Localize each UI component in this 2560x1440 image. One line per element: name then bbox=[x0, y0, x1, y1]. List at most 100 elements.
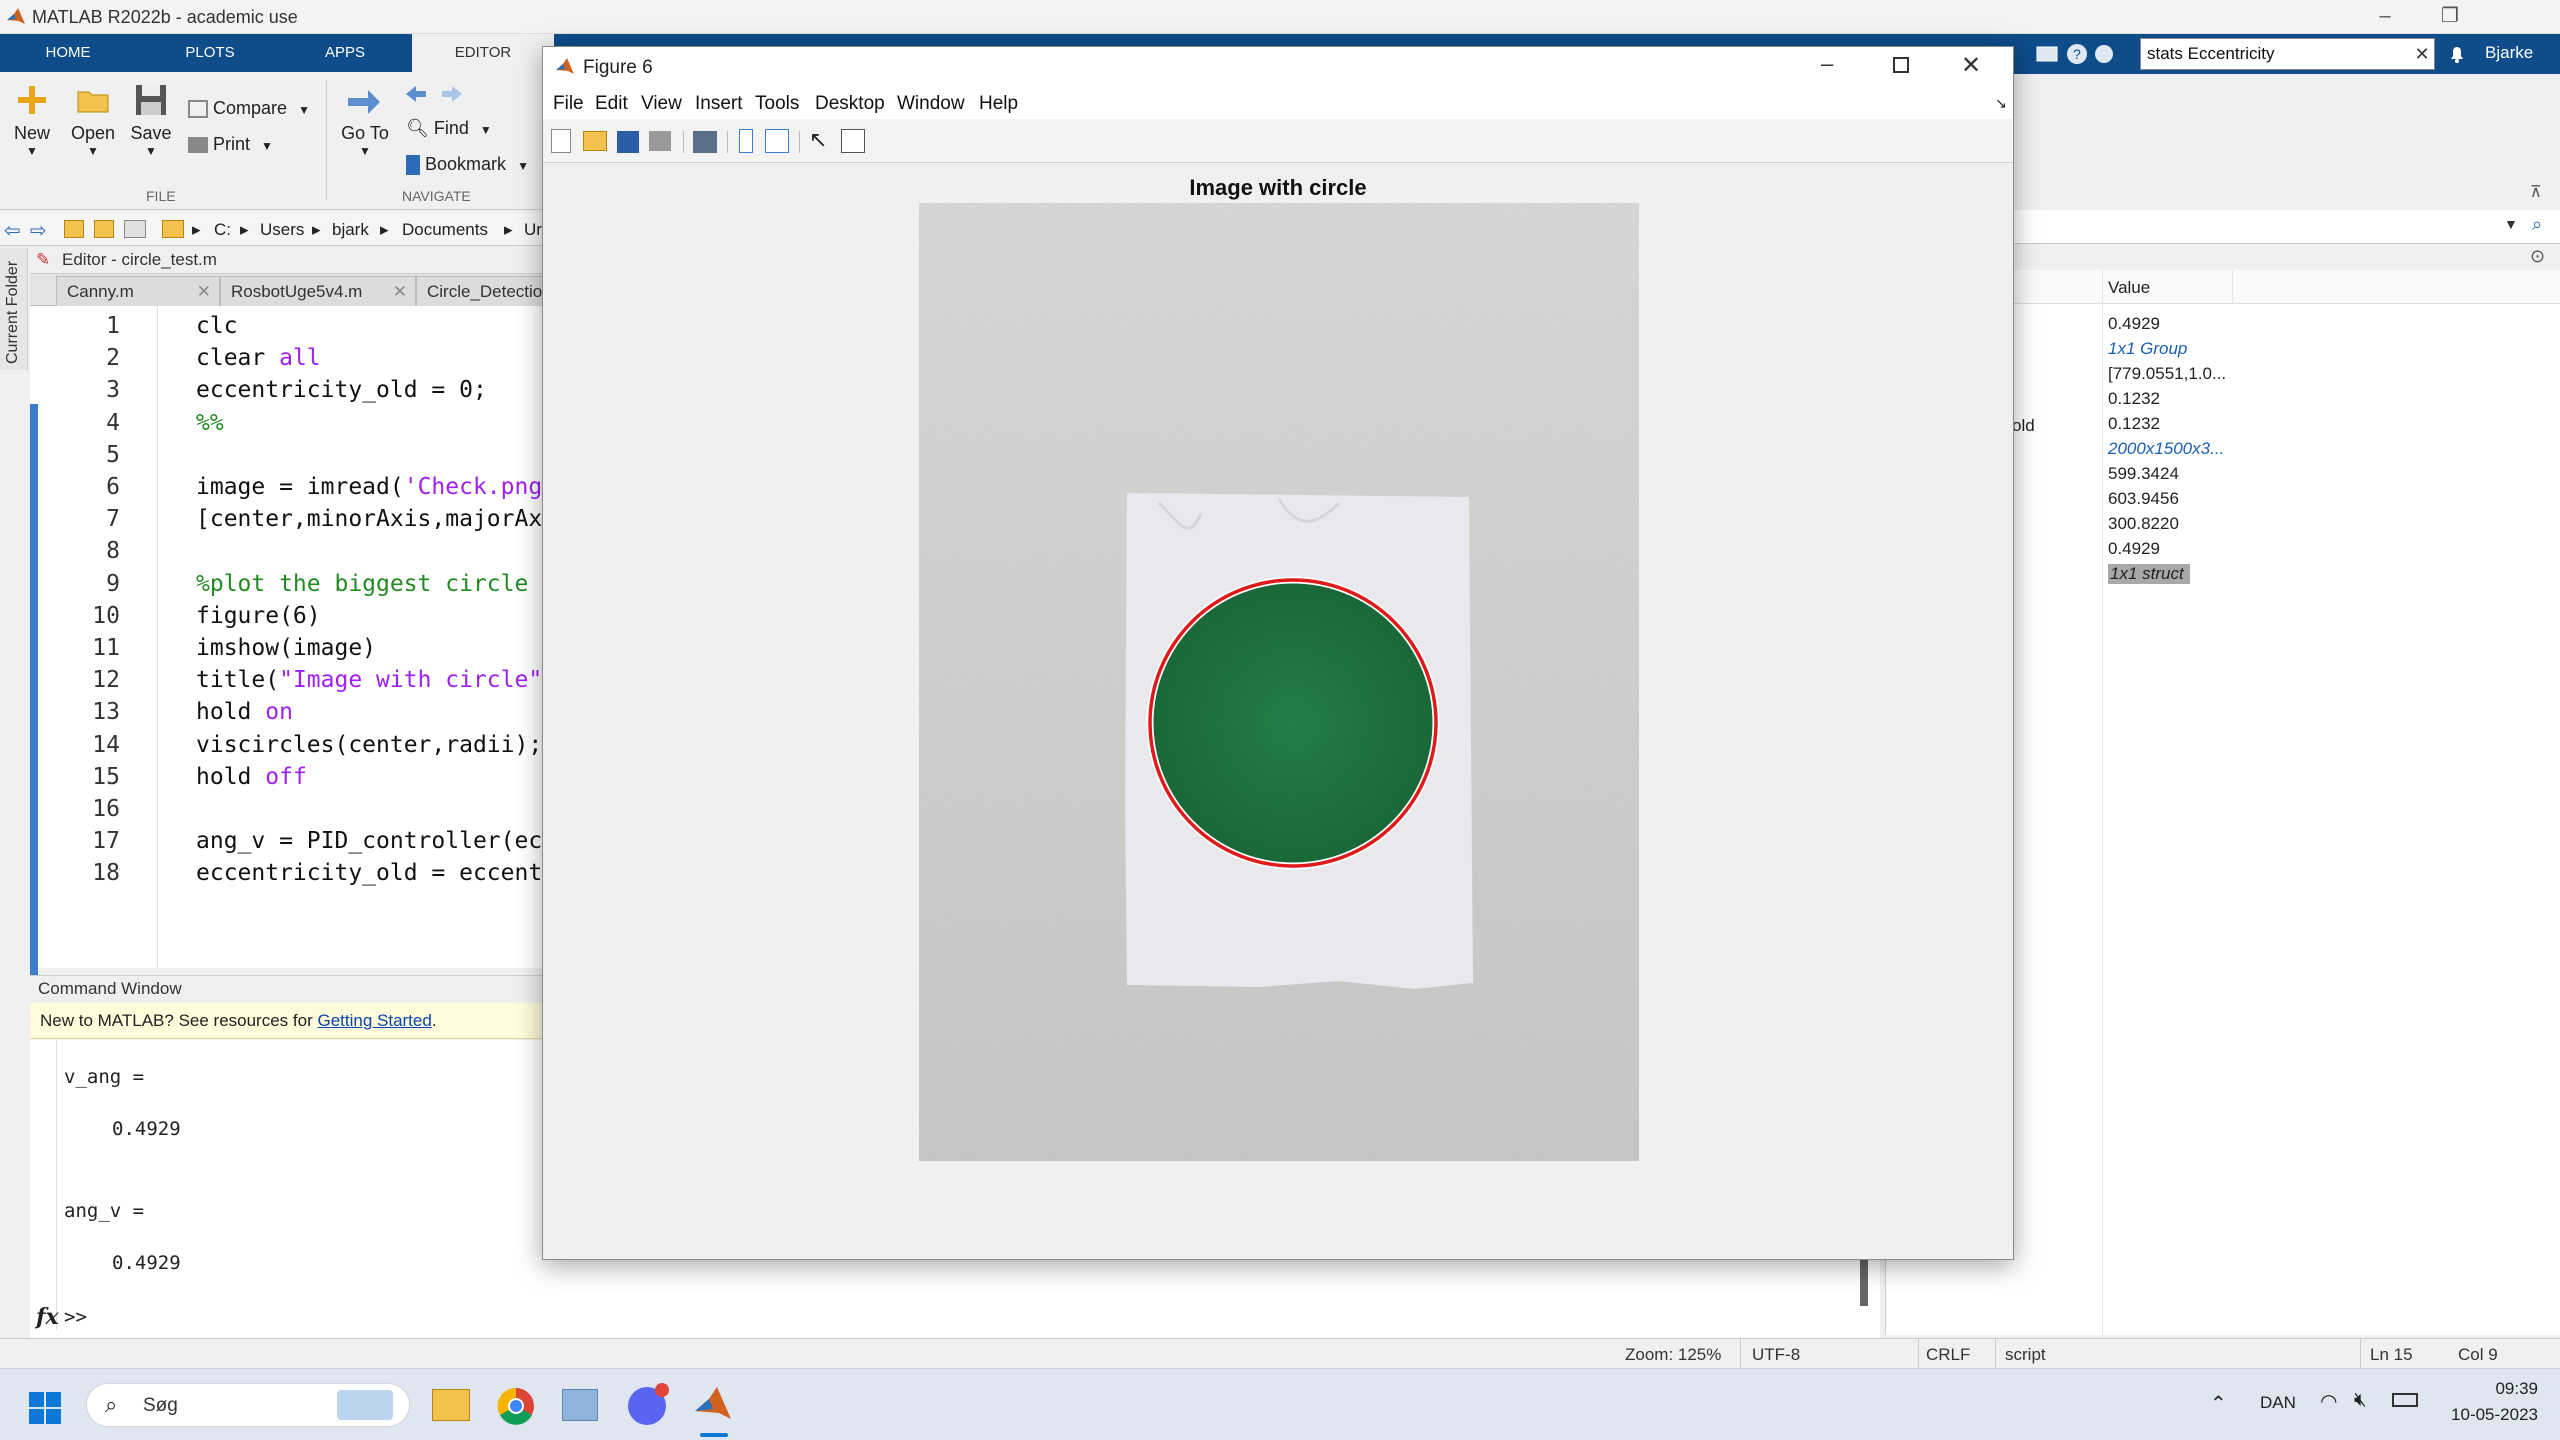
code-line[interactable]: 12 title("Image with circle" bbox=[30, 664, 560, 696]
code-editor[interactable]: 1 clc 2 clear all 3 eccentricity_old = 0; 4%% 5… bbox=[30, 306, 560, 990]
workspace-value[interactable]: 603.9456 bbox=[2108, 489, 2179, 509]
code-line[interactable]: 5 bbox=[30, 439, 560, 471]
menu-desktop[interactable]: Desktop bbox=[815, 93, 885, 115]
workspace-value[interactable]: 1x1 Group bbox=[2108, 339, 2187, 359]
find-files-icon[interactable] bbox=[124, 220, 146, 238]
workspace-value[interactable]: 300.8220 bbox=[2108, 514, 2179, 534]
goto-button[interactable]: Go To ▼ bbox=[336, 86, 394, 158]
workspace-value[interactable]: 0.1232 bbox=[2108, 414, 2160, 434]
figure-minimize-button[interactable]: – bbox=[1821, 51, 1833, 77]
windows-start-icon[interactable] bbox=[28, 1391, 62, 1425]
code-line[interactable]: 9 %plot the biggest circle d bbox=[30, 568, 560, 600]
workspace-value[interactable]: 0.4929 bbox=[2108, 314, 2160, 334]
file-explorer-icon[interactable] bbox=[432, 1389, 470, 1421]
menu-window[interactable]: Window bbox=[897, 93, 965, 115]
workspace-filter-bar[interactable]: ▼ ⌕ bbox=[2010, 210, 2560, 244]
workspace-value[interactable]: 0.1232 bbox=[2108, 389, 2160, 409]
command-prompt[interactable]: >> bbox=[64, 1306, 87, 1328]
open-button[interactable]: Open ▼ bbox=[68, 82, 118, 158]
menu-edit[interactable]: Edit bbox=[595, 93, 628, 115]
workspace-value[interactable]: 2000x1500x3... bbox=[2108, 439, 2224, 459]
chevron-up-icon[interactable]: ⌃ bbox=[2210, 1391, 2227, 1416]
new-figure-icon[interactable] bbox=[551, 129, 571, 153]
back-arrow-icon[interactable]: ⇦ bbox=[4, 218, 21, 243]
speaker-muted-icon[interactable]: 🔇︎ bbox=[2354, 1389, 2367, 1412]
getting-started-link[interactable]: Getting Started bbox=[317, 1011, 431, 1030]
chevron-down-icon[interactable]: ▼ bbox=[2504, 216, 2518, 232]
wifi-icon[interactable]: ◠ bbox=[2320, 1389, 2337, 1414]
bell-icon[interactable] bbox=[2445, 42, 2469, 66]
tab-apps[interactable]: APPS bbox=[295, 34, 395, 72]
code-line[interactable]: 6 image = imread('Check.png bbox=[30, 471, 560, 503]
menu-insert[interactable]: Insert bbox=[695, 93, 743, 115]
clock-date[interactable]: 10-05-2023 bbox=[2440, 1405, 2538, 1425]
battery-icon[interactable] bbox=[2392, 1393, 2418, 1407]
community-icon[interactable] bbox=[2092, 42, 2116, 66]
layout-icon[interactable] bbox=[2035, 42, 2059, 66]
expand-panel-icon[interactable]: ⊼ bbox=[2530, 182, 2542, 202]
up-folder-icon[interactable] bbox=[64, 220, 84, 238]
code-line[interactable]: 17 ang_v = PID_controller(ec( bbox=[30, 825, 560, 857]
taskbar-search[interactable]: ⌕ Søg bbox=[86, 1383, 410, 1427]
code-line[interactable]: 2 clear all bbox=[30, 342, 560, 374]
back-icon[interactable] bbox=[404, 84, 428, 109]
bookmark-button[interactable]: Bookmark ▼ bbox=[406, 154, 529, 176]
user-name[interactable]: Bjarke bbox=[2485, 43, 2533, 63]
menu-file[interactable]: File bbox=[553, 93, 584, 115]
variable-name-partial[interactable]: old bbox=[2012, 416, 2035, 436]
tab-home[interactable]: HOME bbox=[18, 34, 118, 72]
figure-maximize-button[interactable] bbox=[1893, 57, 1909, 73]
minimize-button[interactable]: – bbox=[2355, 0, 2415, 34]
workspace-value[interactable]: 599.3424 bbox=[2108, 464, 2179, 484]
print-figure-icon[interactable] bbox=[649, 131, 671, 151]
workspace-value[interactable]: 1x1 struct bbox=[2108, 564, 2190, 584]
workspace-actions-icon[interactable]: ⊙ bbox=[2530, 246, 2545, 267]
help-icon[interactable]: ? bbox=[2065, 42, 2089, 66]
chrome-icon[interactable] bbox=[497, 1387, 535, 1425]
close-icon[interactable]: ✕ bbox=[393, 282, 407, 302]
forward-icon[interactable] bbox=[440, 84, 464, 109]
restore-button[interactable]: ❐ bbox=[2420, 0, 2480, 34]
colorbar-icon[interactable] bbox=[739, 129, 753, 153]
search-icon[interactable]: ⌕ bbox=[2532, 214, 2542, 235]
menu-tools[interactable]: Tools bbox=[755, 93, 799, 115]
editor-tab-rosbot[interactable]: RosbotUge5v4.m ✕ bbox=[220, 276, 416, 306]
workspace-value[interactable]: 0.4929 bbox=[2108, 539, 2160, 559]
compare-button[interactable]: Compare ▼ bbox=[188, 98, 310, 119]
breadcrumb-documents[interactable]: Documents bbox=[402, 220, 488, 240]
edit-plot-cursor-icon[interactable]: ↖ bbox=[809, 127, 827, 153]
save-figure-icon[interactable] bbox=[617, 131, 639, 153]
code-line[interactable]: 14 viscircles(center,radii); bbox=[30, 729, 560, 761]
code-line[interactable]: 18 eccentricity_old = eccent: bbox=[30, 857, 560, 889]
forward-arrow-icon[interactable]: ⇨ bbox=[30, 218, 47, 243]
keyboard-language[interactable]: DAN bbox=[2260, 1393, 2296, 1413]
code-line[interactable]: 15 hold off bbox=[30, 761, 560, 793]
scrollbar-thumb[interactable] bbox=[1860, 1260, 1868, 1306]
photos-icon[interactable] bbox=[562, 1389, 598, 1421]
value-column-header[interactable]: Value bbox=[2108, 278, 2150, 298]
editor-tab-canny[interactable]: Canny.m ✕ bbox=[56, 276, 220, 306]
documentation-search-input[interactable]: stats Eccentricity bbox=[2140, 38, 2435, 70]
function-browser-icon[interactable]: fx bbox=[36, 1304, 59, 1330]
code-line[interactable]: 4%% bbox=[30, 407, 560, 439]
figure-close-button[interactable]: ✕ bbox=[1961, 51, 1981, 80]
new-button[interactable]: New ▼ bbox=[10, 82, 54, 158]
breadcrumb-truncated[interactable]: Ur bbox=[524, 220, 542, 240]
link-plot-icon[interactable] bbox=[693, 131, 717, 153]
save-button[interactable]: Save ▼ bbox=[128, 82, 174, 158]
code-line[interactable]: 16 bbox=[30, 793, 560, 825]
code-line[interactable]: 3 eccentricity_old = 0; bbox=[30, 374, 560, 406]
code-line[interactable]: 7 [center,minorAxis,majorAx: bbox=[30, 503, 560, 535]
print-button[interactable]: Print ▼ bbox=[188, 134, 273, 155]
code-line[interactable]: 8 bbox=[30, 535, 560, 567]
open-file-icon[interactable] bbox=[583, 131, 607, 151]
breadcrumb-drive[interactable]: C: bbox=[214, 220, 231, 240]
menu-view[interactable]: View bbox=[641, 93, 682, 115]
clear-search-icon[interactable]: ✕ bbox=[2410, 38, 2434, 70]
property-inspector-icon[interactable] bbox=[841, 129, 865, 153]
code-line[interactable]: 13 hold on bbox=[30, 696, 560, 728]
dock-arrow-icon[interactable]: ↘ bbox=[1995, 95, 2007, 112]
code-line[interactable]: 1 clc bbox=[30, 310, 560, 342]
tab-plots[interactable]: PLOTS bbox=[160, 34, 260, 72]
close-icon[interactable]: ✕ bbox=[197, 282, 211, 302]
